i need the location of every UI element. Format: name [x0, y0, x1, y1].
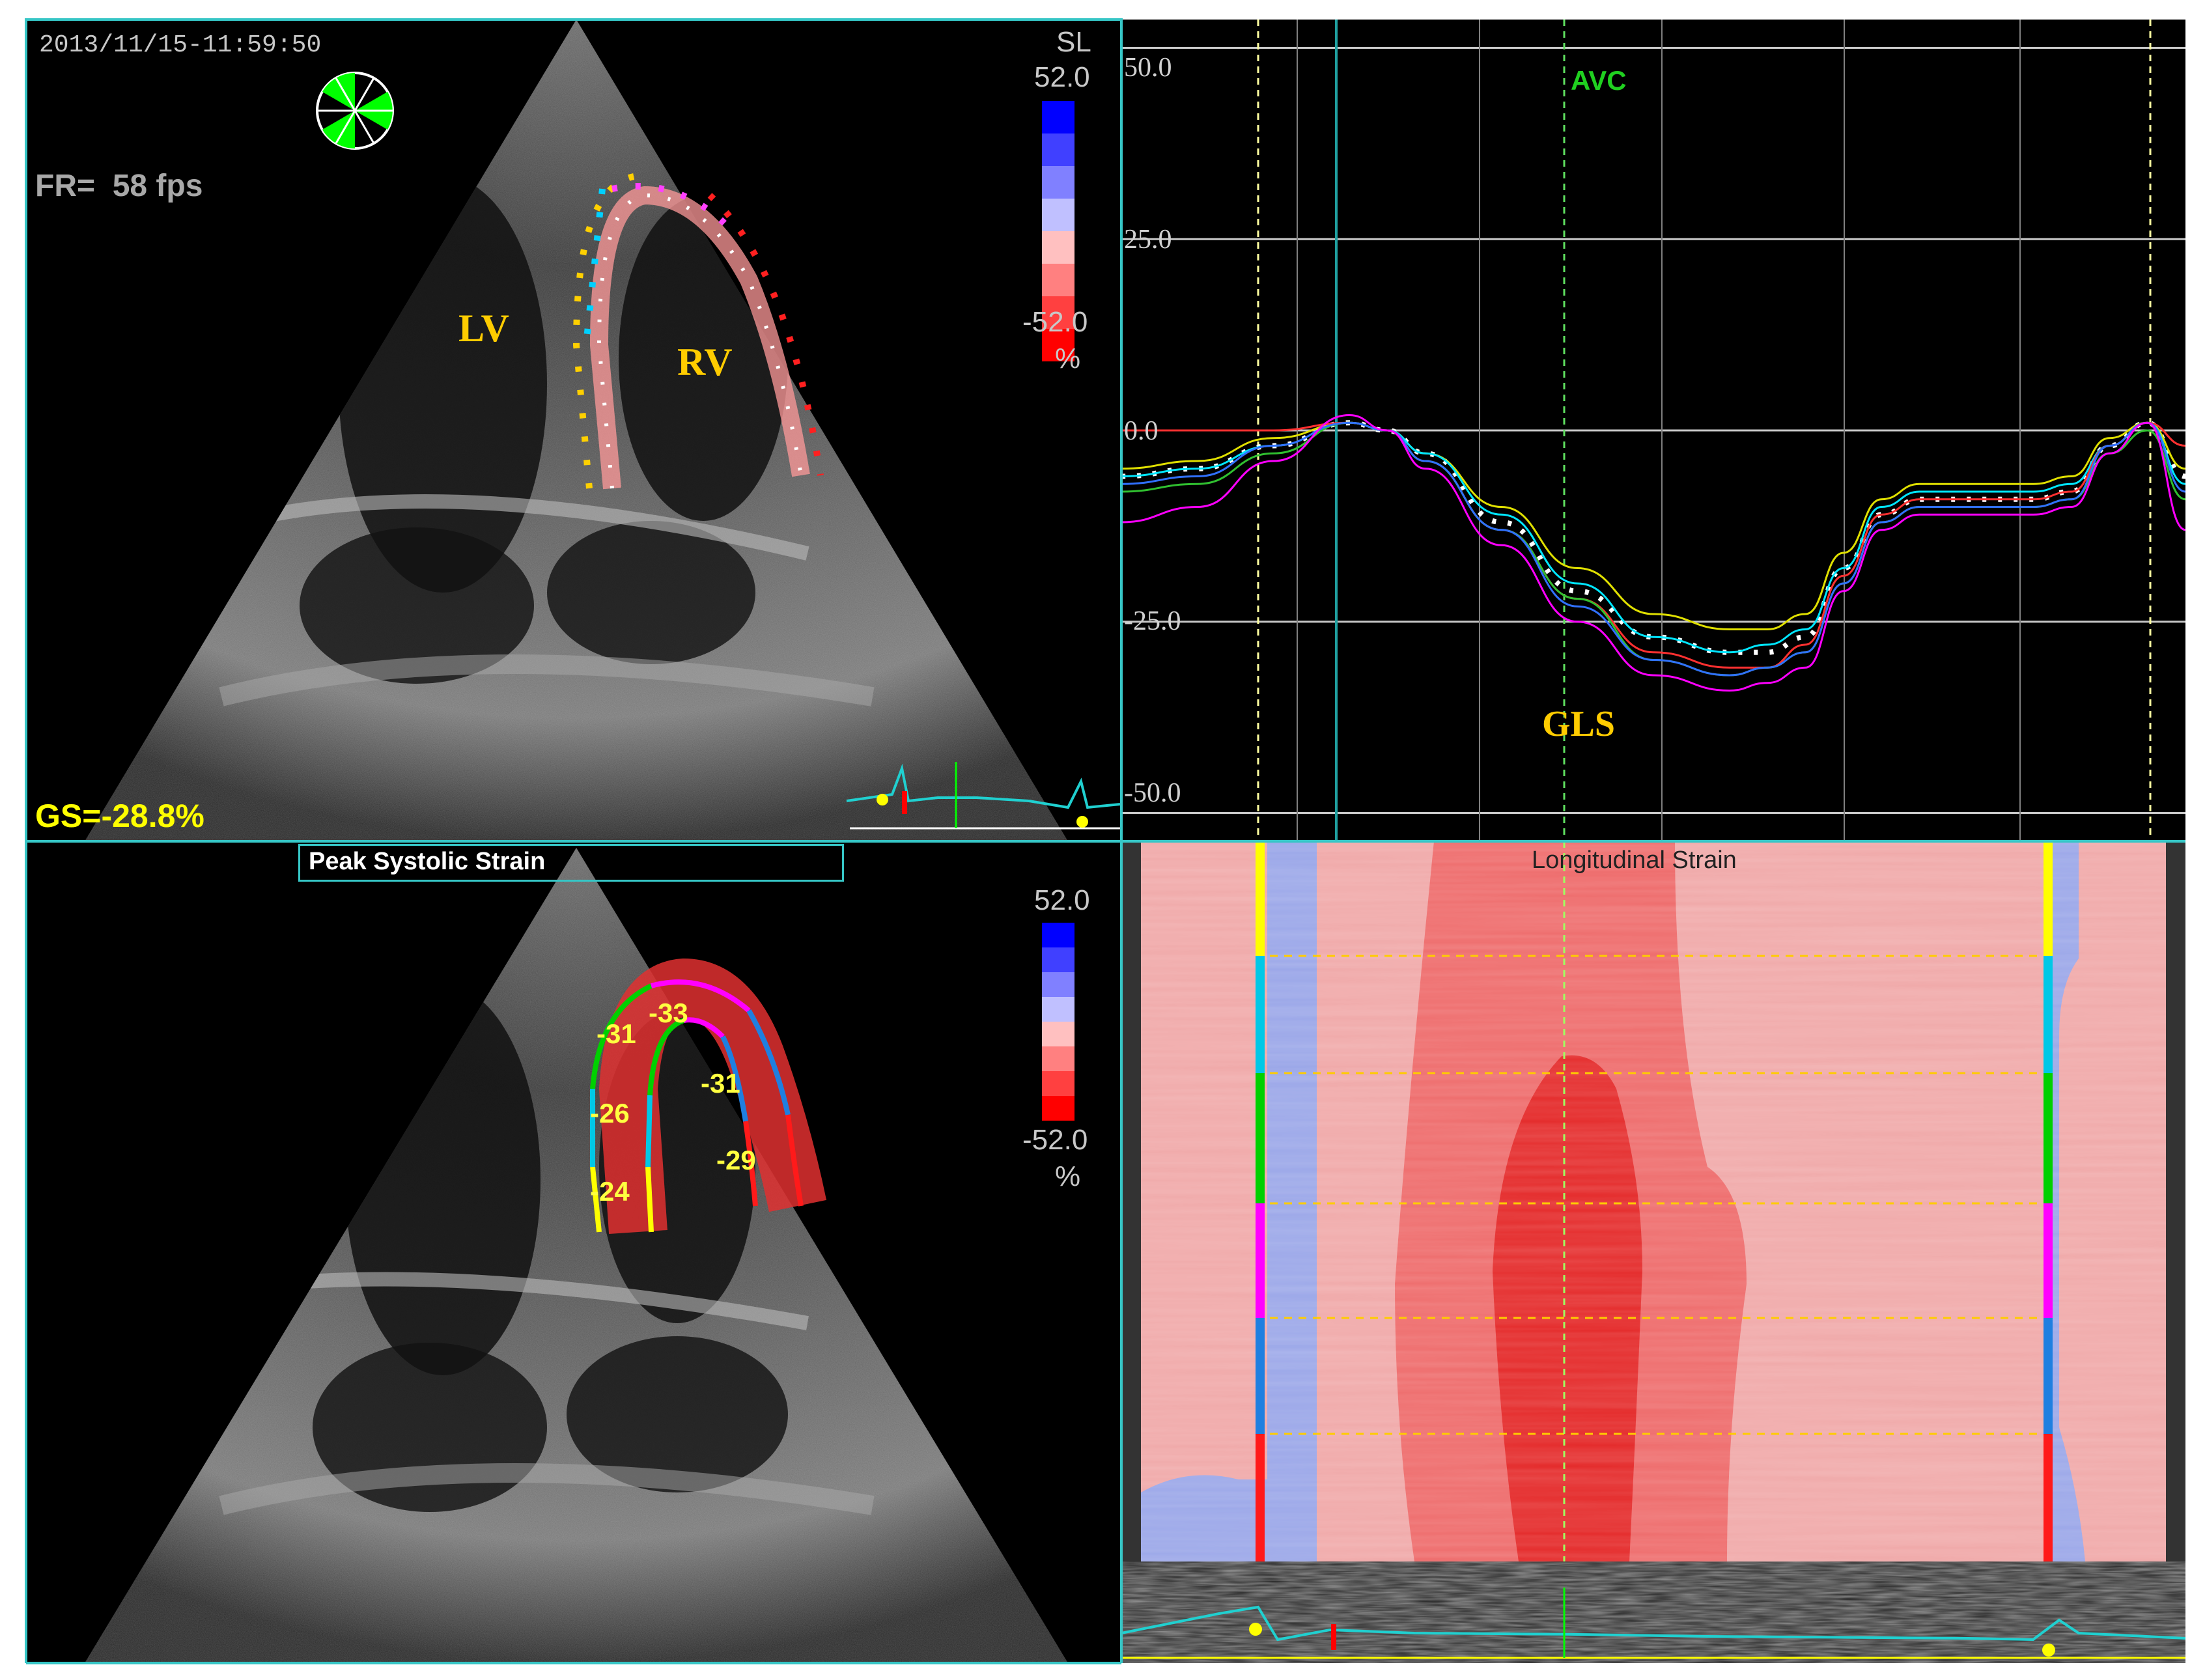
frame-divider-horizontal	[26, 840, 2185, 843]
gls-label: GLS	[1542, 704, 1616, 744]
frame-border-bottom	[26, 1662, 1121, 1664]
longitudinal-strain-map: Longitudinal Strain	[1121, 841, 2185, 1561]
strain-series-2	[1121, 421, 2185, 654]
scale-unit-label: %	[1055, 343, 1081, 374]
strain-series-6	[1121, 413, 2185, 692]
scale-max-label: 52.0	[1034, 61, 1090, 93]
strain-curve-chart	[1121, 20, 2185, 841]
strain-curve-panel: 50.0 25.0 0.0 -25.0 -50.0 AVC GLS	[1121, 20, 2185, 841]
scale-min-label: -52.0	[1022, 1124, 1088, 1156]
scale-max-label: 52.0	[1034, 884, 1090, 916]
strain-map-image	[1121, 841, 2185, 1561]
timestamp: 2013/11/15-11:59:50	[39, 31, 322, 59]
color-scale-bar	[1042, 923, 1074, 1121]
strain-series-0	[1121, 420, 2185, 655]
echo-view-top: 2013/11/15-11:59:50 FR= 58 fps SL 52.0 -…	[26, 20, 1121, 841]
avc-label: AVC	[1571, 65, 1627, 96]
segment-color-bar-left	[1256, 841, 1265, 1561]
segment-value-magenta: -33	[649, 998, 688, 1028]
lv-label: LV	[458, 307, 509, 350]
segment-value-red: -29	[716, 1145, 756, 1175]
global-strain-value: GS=-28.8%	[35, 798, 204, 834]
segment-color-bar-right	[2043, 841, 2053, 1561]
rv-label: RV	[677, 341, 733, 384]
echo-sector-top	[85, 20, 1121, 841]
ytick-label-4: -50.0	[1124, 778, 1181, 808]
segment-value-green: -31	[597, 1018, 636, 1049]
ecg-marker-end	[2042, 1644, 2055, 1657]
ecg-marker-start	[1249, 1623, 1262, 1636]
segment-value-cyan: -26	[590, 1098, 630, 1128]
ytick-label-0: 50.0	[1124, 53, 1172, 83]
longitudinal-strain-title: Longitudinal Strain	[1532, 847, 1737, 874]
ecg-strip	[1121, 1561, 2185, 1663]
segment-value-yellow: -24	[590, 1176, 630, 1207]
scale-label: SL	[1056, 26, 1091, 58]
orientation-icon	[316, 72, 394, 150]
peak-systolic-strain-title: Peak Systolic Strain	[309, 848, 546, 875]
scale-unit-label: %	[1055, 1160, 1081, 1192]
frame-border-top	[26, 18, 1121, 21]
ecg-red-marker	[1331, 1624, 1336, 1650]
ytick-label-1: 25.0	[1124, 225, 1172, 255]
frame-rate: FR= 58 fps	[35, 169, 203, 203]
echo-view-bottom: Peak Systolic Strain 52.0 -52.0 % -24 -2…	[26, 841, 1121, 1663]
ytick-label-2: 0.0	[1124, 416, 1159, 446]
ecg-strip-image	[1121, 1561, 2185, 1663]
echo-sector-bottom	[85, 848, 1074, 1663]
scale-min-label: -52.0	[1022, 306, 1088, 338]
segment-value-blue: -31	[701, 1068, 740, 1099]
ytick-label-3: -25.0	[1124, 606, 1181, 636]
